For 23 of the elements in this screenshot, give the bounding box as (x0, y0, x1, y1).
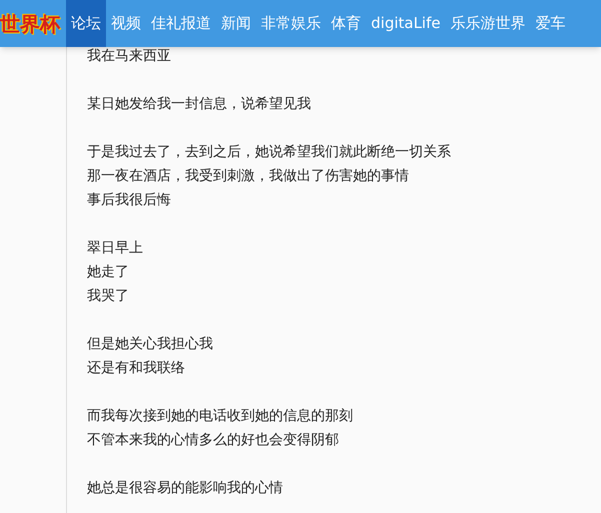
post-text: 事后我很后悔 (87, 191, 172, 210)
nav-tab[interactable]: 新闻 (216, 0, 256, 47)
post-text: 翠日早上 (87, 239, 144, 258)
post-text: 我在马来西亚 (87, 47, 172, 66)
post-text: 于是我过去了，去到之后，她说希望我们就此断绝一切关系 (87, 143, 452, 162)
nav-tab[interactable]: 乐乐游世界 (446, 0, 530, 47)
nav-tab[interactable]: 非常娱乐 (256, 0, 326, 47)
nav-tab[interactable]: digitaLife (366, 0, 446, 47)
nav-tab[interactable]: 论坛 (66, 0, 106, 47)
nav-tab[interactable]: 视频 (106, 0, 146, 47)
nav-tab[interactable]: 爱车 (530, 0, 570, 47)
post-text: 她总是很容易的能影响我的心情 (87, 479, 284, 498)
post-text: 但是她关心我担心我 (87, 335, 214, 354)
post-text: 还是有和我联络 (87, 359, 186, 378)
post-text: 那一夜在酒店，我受到刺激，我做出了伤害她的事情 (87, 167, 410, 186)
post-text: 不管本来我的心情多么的好也会变得阴郁 (87, 431, 340, 450)
post-text: 她走了 (87, 263, 130, 282)
nav-tab[interactable]: 佳礼报道 (146, 0, 216, 47)
logo[interactable]: 世界杯 (0, 0, 66, 47)
post-text: 而我每次接到她的电话收到她的信息的那刻 (87, 407, 354, 426)
post-text: 我哭了 (87, 287, 130, 306)
nav-tab[interactable]: 体育 (326, 0, 366, 47)
post-text: 某日她发给我一封信息，说希望见我 (87, 95, 312, 114)
